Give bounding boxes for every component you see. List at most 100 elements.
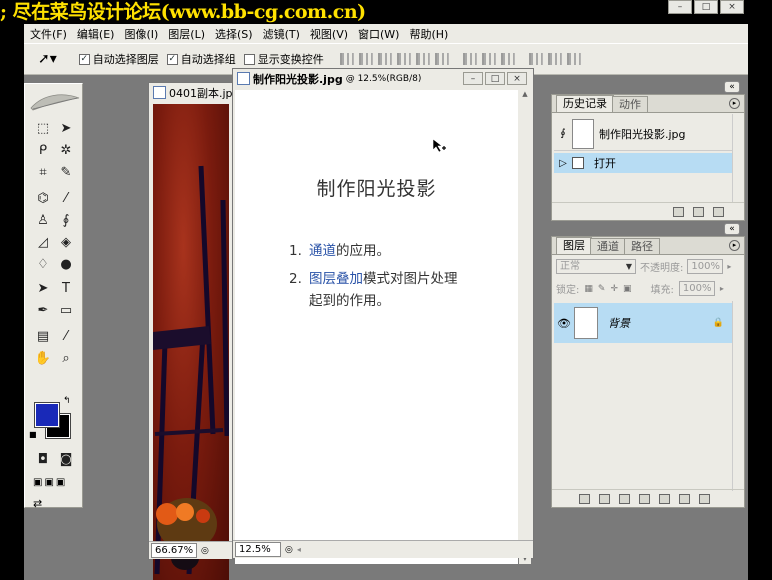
new-layer-icon[interactable]: [678, 493, 690, 504]
lasso-tool-icon[interactable]: ᑭ: [32, 142, 54, 160]
align-right-icon[interactable]: [434, 53, 449, 65]
magic-wand-tool-icon[interactable]: ✲: [55, 142, 77, 160]
tab-channels[interactable]: 通道: [590, 238, 626, 254]
menu-select[interactable]: 选择(S): [215, 26, 253, 42]
lock-position-icon[interactable]: ✛: [610, 284, 618, 294]
blend-mode-select[interactable]: 正常 ▼: [556, 259, 636, 274]
distribute-top-icon[interactable]: [462, 53, 477, 65]
layer-mask-icon[interactable]: [618, 493, 630, 504]
dodge-tool-icon[interactable]: ●: [55, 256, 77, 274]
auto-select-layer-checkbox[interactable]: ✓ 自动选择图层: [78, 51, 159, 67]
type-tool-icon[interactable]: T: [55, 280, 77, 298]
menu-file[interactable]: 文件(F): [30, 26, 67, 42]
tab-actions[interactable]: 动作: [612, 96, 648, 112]
healing-brush-tool-icon[interactable]: ⌬: [32, 190, 54, 208]
fill-slider-icon[interactable]: ▸: [720, 284, 724, 293]
menu-layer[interactable]: 图层(L): [168, 26, 205, 42]
text-zoom-field[interactable]: 12.5%: [235, 542, 281, 557]
maximize-button[interactable]: □: [694, 0, 718, 14]
photo-canvas[interactable]: [153, 104, 229, 580]
close-button[interactable]: ×: [720, 0, 744, 14]
foreground-color-swatch[interactable]: [34, 402, 60, 428]
eyedropper-tool-icon[interactable]: ⁄: [55, 328, 77, 346]
panel-collapse-button[interactable]: «: [724, 223, 740, 235]
lock-image-icon[interactable]: ✎: [598, 284, 606, 294]
delete-layer-icon[interactable]: [698, 493, 710, 504]
lock-transparent-icon[interactable]: ▦: [584, 284, 593, 294]
menu-window[interactable]: 窗口(W): [358, 26, 399, 42]
new-document-from-state-icon[interactable]: [673, 206, 684, 217]
fill-field[interactable]: 100%: [678, 281, 715, 296]
screen-mode-icons[interactable]: ▣▣▣: [33, 477, 67, 488]
status-menu-icon[interactable]: ◎: [201, 546, 209, 556]
history-scrollbar[interactable]: [732, 114, 744, 202]
jump-to-imageready-icon[interactable]: ⇄: [33, 497, 42, 510]
menu-filter[interactable]: 滤镜(T): [263, 26, 300, 42]
tab-paths[interactable]: 路径: [624, 238, 660, 254]
brush-tool-icon[interactable]: ⁄: [55, 190, 77, 208]
align-bottom-icon[interactable]: [377, 53, 392, 65]
new-group-icon[interactable]: [658, 493, 670, 504]
lock-all-icon[interactable]: ▣: [623, 284, 632, 294]
layer-visibility-eye-icon[interactable]: 👁: [554, 317, 574, 330]
align-hcenter-icon[interactable]: [415, 53, 430, 65]
zoom-tool-icon[interactable]: ⌕: [55, 350, 77, 368]
panel-menu-icon[interactable]: ▸: [729, 240, 740, 251]
scroll-left-icon[interactable]: ◂: [297, 545, 301, 554]
doc-maximize-button[interactable]: □: [485, 72, 505, 85]
text-canvas[interactable]: 制作阳光投影 1. 通道的应用。 2. 图层叠加模式对图片处理 起到的作用。: [235, 90, 518, 564]
path-selection-tool-icon[interactable]: ➤: [32, 280, 54, 298]
blur-tool-icon[interactable]: ♢: [32, 256, 54, 274]
distribute-vcenter-icon[interactable]: [481, 53, 496, 65]
distribute-left-icon[interactable]: [528, 53, 543, 65]
quick-mask-mode-icon[interactable]: ◙: [55, 451, 77, 469]
opacity-field[interactable]: 100%: [687, 259, 724, 274]
notes-tool-icon[interactable]: ▤: [32, 328, 54, 346]
distribute-right-icon[interactable]: [566, 53, 581, 65]
panel-menu-icon[interactable]: ▸: [729, 98, 740, 109]
distribute-bottom-icon[interactable]: [500, 53, 515, 65]
swap-colors-icon[interactable]: ↰: [63, 396, 71, 406]
photo-zoom-field[interactable]: 66.67%: [151, 543, 197, 558]
slice-tool-icon[interactable]: ✎: [55, 164, 77, 182]
menu-view[interactable]: 视图(V): [310, 26, 348, 42]
doc-close-button[interactable]: ×: [507, 72, 527, 85]
menu-image[interactable]: 图像(I): [124, 26, 158, 42]
layer-row-background[interactable]: 👁 背景 🔒: [554, 303, 732, 343]
standard-mode-icon[interactable]: ◘: [32, 451, 54, 469]
crop-tool-icon[interactable]: ⌗: [32, 164, 54, 182]
distribute-hcenter-icon[interactable]: [547, 53, 562, 65]
status-menu-icon[interactable]: ◎: [285, 545, 293, 555]
layers-scrollbar[interactable]: [732, 301, 744, 491]
minimize-button[interactable]: –: [668, 0, 692, 14]
show-transform-checkbox[interactable]: 显示变换控件: [243, 51, 324, 67]
paint-bucket-tool-icon[interactable]: ◈: [55, 234, 77, 252]
tab-history[interactable]: 历史记录: [556, 95, 614, 112]
text-document-titlebar[interactable]: 制作阳光投影.jpg @ 12.5%(RGB/8) – □ ×: [233, 69, 533, 88]
marquee-tool-icon[interactable]: ⬚: [32, 120, 54, 138]
pen-tool-icon[interactable]: ✒: [32, 302, 54, 320]
align-vcenter-icon[interactable]: [358, 53, 373, 65]
history-step-row[interactable]: ▷ 打开: [554, 153, 732, 173]
new-snapshot-icon[interactable]: [693, 206, 704, 217]
shape-tool-icon[interactable]: ▭: [55, 302, 77, 320]
history-snapshot-row[interactable]: ∮ 制作阳光投影.jpg: [554, 117, 732, 151]
hand-tool-icon[interactable]: ✋: [32, 350, 54, 368]
vertical-scrollbar[interactable]: ▲ ▼: [519, 90, 531, 564]
adjustment-layer-icon[interactable]: [638, 493, 650, 504]
eraser-tool-icon[interactable]: ◿: [32, 234, 54, 252]
opacity-slider-icon[interactable]: ▸: [727, 262, 731, 271]
align-top-icon[interactable]: [339, 53, 354, 65]
photo-document-titlebar[interactable]: 0401副本.jp: [149, 83, 237, 102]
history-brush-source-icon[interactable]: ∮: [554, 128, 572, 139]
menu-edit[interactable]: 编辑(E): [77, 26, 115, 42]
link-layers-icon[interactable]: [578, 493, 590, 504]
default-colors-icon[interactable]: ■: [29, 430, 37, 439]
move-tool-icon[interactable]: ➤: [55, 120, 77, 138]
delete-state-icon[interactable]: [713, 206, 724, 217]
layer-style-icon[interactable]: [598, 493, 610, 504]
menu-help[interactable]: 帮助(H): [409, 26, 448, 42]
auto-select-group-checkbox[interactable]: ✓ 自动选择组: [166, 51, 236, 67]
history-brush-tool-icon[interactable]: ∮: [55, 212, 77, 230]
tab-layers[interactable]: 图层: [556, 237, 592, 254]
